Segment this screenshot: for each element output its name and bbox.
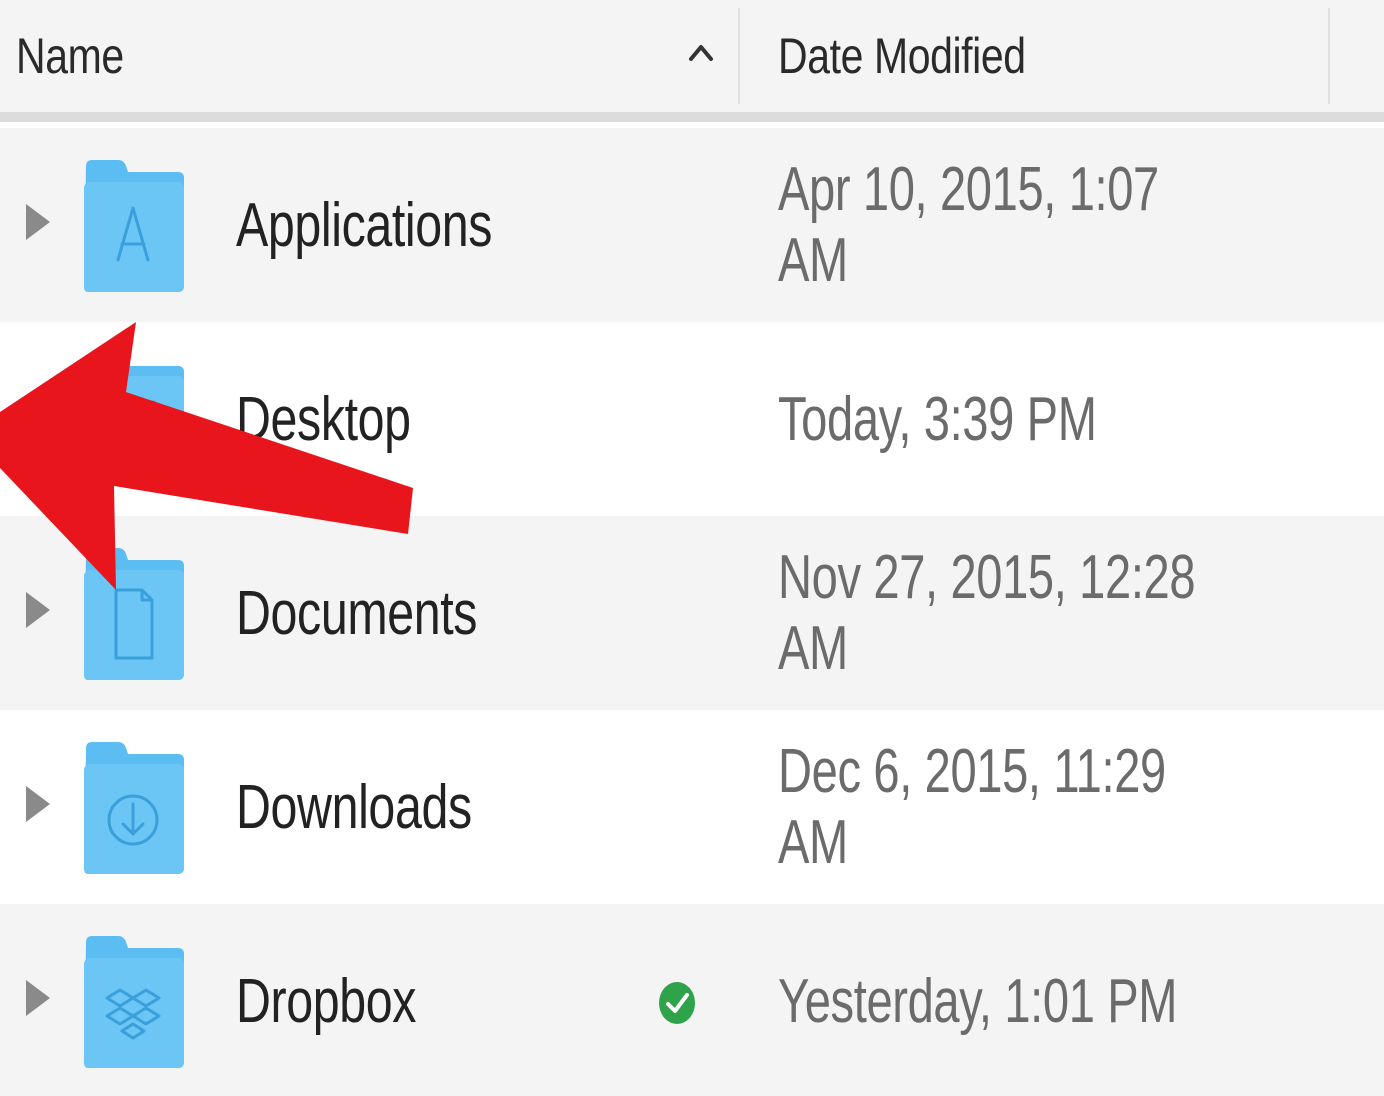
sort-ascending-icon[interactable] xyxy=(683,33,719,73)
disclosure-triangle-icon[interactable] xyxy=(20,976,54,1020)
file-row-desktop[interactable]: Desktop Today, 3:39 PM xyxy=(0,322,1384,516)
disclosure-triangle-icon[interactable] xyxy=(20,588,54,632)
file-name: Applications xyxy=(236,190,493,260)
desktop-folder-icon xyxy=(84,354,184,486)
disclosure-triangle-icon[interactable] xyxy=(20,200,54,244)
name-column-header[interactable]: Name xyxy=(16,0,124,112)
date-modified: Today, 3:39 PM xyxy=(778,384,1097,454)
sync-complete-icon xyxy=(659,982,695,1024)
downloads-folder-icon xyxy=(84,742,184,874)
file-row-documents[interactable]: Documents Nov 27, 2015, 12:28 AM xyxy=(0,516,1384,710)
date-modified: Dec 6, 2015, 11:29 AM xyxy=(778,737,1166,877)
file-name: Documents xyxy=(236,578,478,648)
date-modified-column-header[interactable]: Date Modified xyxy=(778,0,1026,112)
column-header-bar: Name Date Modified xyxy=(0,0,1384,112)
file-row-dropbox[interactable]: Dropbox Yesterday, 1:01 PM xyxy=(0,904,1384,1096)
disclosure-triangle-icon[interactable] xyxy=(20,782,54,826)
file-name: Downloads xyxy=(236,772,472,842)
header-divider xyxy=(0,112,1384,122)
applications-folder-icon xyxy=(84,160,184,292)
finder-list-view: Name Date Modified Applications Apr 10, … xyxy=(0,0,1384,1096)
date-modified: Nov 27, 2015, 12:28 AM xyxy=(778,543,1196,683)
file-name: Desktop xyxy=(236,384,411,454)
documents-folder-icon xyxy=(84,548,184,680)
date-modified: Apr 10, 2015, 1:07 AM xyxy=(778,155,1159,295)
dropbox-folder-icon xyxy=(84,936,184,1068)
date-modified: Yesterday, 1:01 PM xyxy=(778,966,1178,1036)
column-divider[interactable] xyxy=(738,8,740,104)
file-row-downloads[interactable]: Downloads Dec 6, 2015, 11:29 AM xyxy=(0,710,1384,904)
file-row-applications[interactable]: Applications Apr 10, 2015, 1:07 AM xyxy=(0,128,1384,322)
column-divider[interactable] xyxy=(1328,8,1330,104)
file-name: Dropbox xyxy=(236,966,417,1036)
